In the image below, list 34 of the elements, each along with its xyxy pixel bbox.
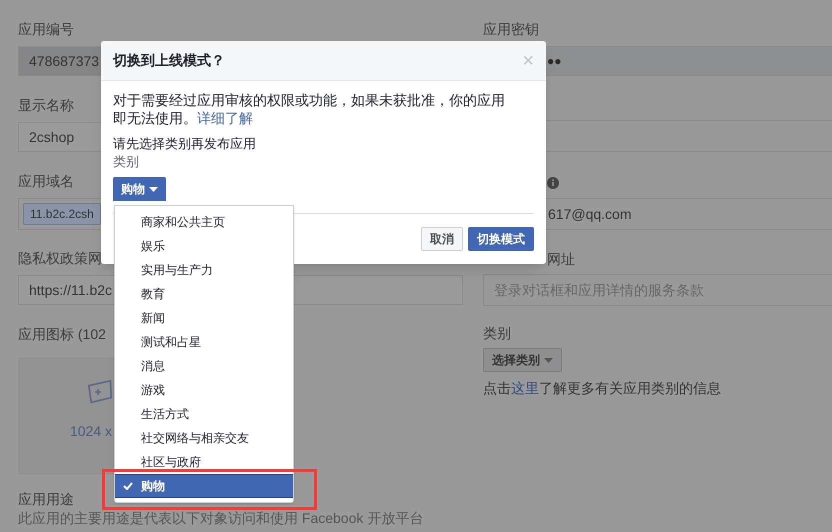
field-label: 类别 xyxy=(483,324,511,342)
field-label: 隐私权政策网 xyxy=(18,249,102,267)
domain-tag: 11.b2c.2csh xyxy=(23,203,101,225)
field-label: 应用域名 xyxy=(18,172,74,190)
switch-mode-button[interactable]: 切换模式 xyxy=(468,227,534,251)
cancel-button[interactable]: 取消 xyxy=(421,227,463,251)
category-dropdown-button[interactable]: 购物 xyxy=(113,177,166,201)
field-label: 显示名称 xyxy=(18,96,74,114)
dialog-title: 切换到上线模式？ xyxy=(113,51,225,70)
category-option[interactable]: 新闻 xyxy=(115,306,293,330)
category-help-text: 点击这里了解更多有关应用类别的信息 xyxy=(483,379,722,398)
check-icon xyxy=(123,482,133,490)
caret-icon xyxy=(544,358,553,362)
category-option[interactable]: 购物 xyxy=(115,474,293,498)
field-label: 应用密钥 xyxy=(483,20,539,38)
category-select-button[interactable]: 选择类别 xyxy=(483,348,562,372)
learn-more-link[interactable]: 详细了解 xyxy=(197,110,253,126)
category-option[interactable]: 商家和公共主页 xyxy=(115,210,293,234)
category-option[interactable]: 测试和占星 xyxy=(115,330,293,354)
info-icon xyxy=(547,177,559,189)
field-label: 网址 xyxy=(547,250,575,268)
field-label: 应用编号 xyxy=(18,20,74,38)
usage-description: 此应用的主要用途是代表以下对象访问和使用 Facebook 开放平台 xyxy=(18,509,424,527)
caret-icon xyxy=(149,186,158,192)
category-prompt: 请先选择类别再发布应用 xyxy=(113,135,257,153)
field-label: 应用图标 (102 xyxy=(18,325,106,343)
category-option[interactable]: 实用与生产力 xyxy=(115,258,293,282)
icon-size-text: 1024 x xyxy=(70,422,112,441)
field-label: 应用用途 xyxy=(18,490,74,508)
category-option[interactable]: 娱乐 xyxy=(115,234,293,258)
dialog-message: 对于需要经过应用审核的权限或功能，如果未获批准，你的应用即无法使用。详细了解 xyxy=(113,91,506,127)
category-option[interactable]: 教育 xyxy=(115,282,293,306)
monitor-plus-icon xyxy=(88,380,112,404)
category-label: 类别 xyxy=(113,153,140,171)
